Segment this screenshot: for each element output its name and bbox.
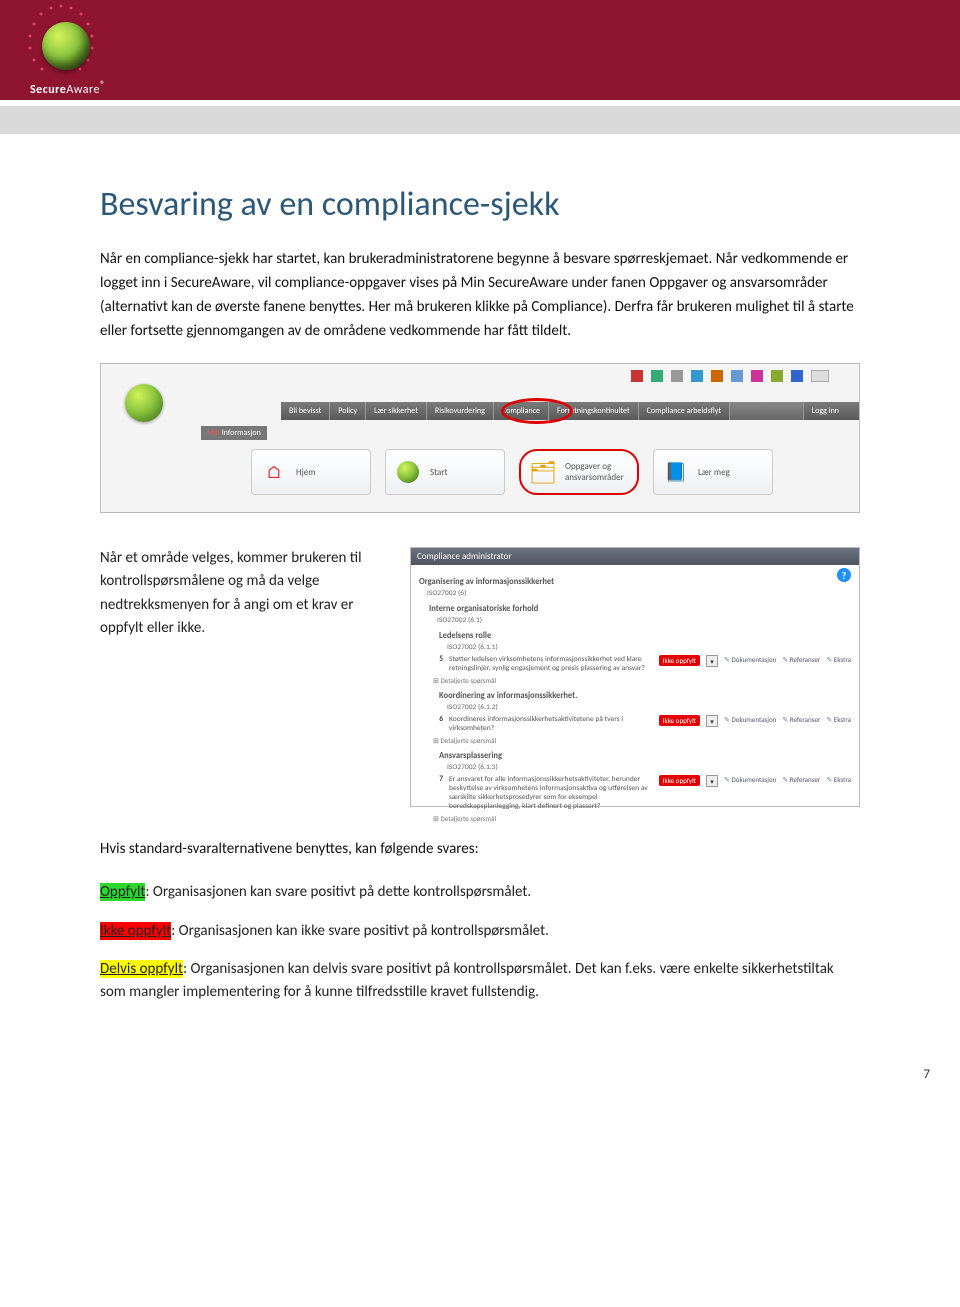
tab-laer[interactable]: Lær sikkerhet: [366, 402, 427, 420]
link-ref[interactable]: Referanser: [782, 775, 820, 784]
home-icon: ⌂: [260, 458, 288, 486]
status-chip: Ikke oppfylt: [659, 655, 700, 666]
app-logo-icon: [125, 384, 163, 422]
link-ext[interactable]: Ekstra: [826, 715, 851, 724]
card-start[interactable]: Start: [385, 449, 505, 495]
section-head-3b: Koordinering av informasjonssikkerhet.: [439, 691, 851, 701]
section-head-2: Interne organisatoriske forhold: [429, 604, 851, 614]
intro-paragraph: Når en compliance-sjekk har startet, kan…: [100, 247, 860, 343]
section-ref-3c: ISO27002 (6.1.3): [447, 763, 851, 772]
dropdown-icon[interactable]: ▾: [706, 715, 718, 727]
tab-arbeidsflyt[interactable]: Compliance arbeidsflyt: [639, 402, 730, 420]
dropdown-icon[interactable]: ▾: [706, 655, 718, 667]
answer-delvis-oppfylt: Delvis oppfylt: Organisasjonen kan delvi…: [100, 958, 860, 1003]
logo-text: SecureAware®: [30, 78, 106, 97]
toolbar-icons: [631, 370, 829, 382]
twocol-text: Når et område velges, kommer brukeren ti…: [100, 547, 380, 807]
logo-sphere-icon: [42, 22, 90, 70]
section-ref-2: ISO27002 (6.1): [437, 616, 851, 625]
folder-icon: 🗂: [529, 458, 557, 486]
card-laer[interactable]: 📘 Lær meg: [653, 449, 773, 495]
link-doc[interactable]: Dokumentasjon: [724, 655, 776, 664]
question-7: 7 Er ansvaret for alle informasjonssikke…: [433, 775, 851, 811]
section-ref-1: ISO27002 (6): [427, 589, 851, 598]
link-ext[interactable]: Ekstra: [826, 775, 851, 784]
detail-toggle[interactable]: Detaljerte spørsmål: [433, 736, 851, 745]
help-icon[interactable]: ?: [837, 568, 851, 582]
tab-login[interactable]: Logg inn: [803, 402, 859, 420]
highlight-oval-compliance: [501, 398, 573, 424]
book-icon: 📘: [662, 458, 690, 486]
dropdown-icon[interactable]: ▾: [706, 775, 718, 787]
answer-ikke-oppfylt: Ikke oppfylt: Organisasjonen kan ikke sv…: [100, 920, 860, 943]
section-ref-3b: ISO27002 (6.1.2): [447, 703, 851, 712]
section-head-3c: Ansvarsplassering: [439, 751, 851, 761]
tab-risiko[interactable]: Risikovurdering: [427, 402, 494, 420]
page-number: 7: [0, 1049, 960, 1082]
link-doc[interactable]: Dokumentasjon: [724, 775, 776, 784]
answer-oppfylt: Oppfylt: Organisasjonen kan svare positi…: [100, 881, 860, 904]
detail-toggle[interactable]: Detaljerte spørsmål: [433, 814, 851, 823]
infobar: Min Informasjon: [201, 426, 267, 440]
section-head-1: Organisering av informasjonssikkerhet: [419, 577, 851, 587]
link-doc[interactable]: Dokumentasjon: [724, 715, 776, 724]
section-head-3a: Ledelsens rolle: [439, 631, 851, 641]
status-chip: Ikke oppfylt: [659, 775, 700, 786]
panel-title: Compliance administrator: [411, 548, 859, 565]
header-band: SecureAware®: [0, 0, 960, 100]
card-hjem[interactable]: ⌂ Hjem: [251, 449, 371, 495]
tab-bevisst[interactable]: Bli bevisst: [281, 402, 330, 420]
question-6: 6 Koordineres informasjonssikkerhetsakti…: [433, 715, 851, 733]
link-ref[interactable]: Referanser: [782, 655, 820, 664]
tab-policy[interactable]: Policy: [330, 402, 366, 420]
followup-line: Hvis standard-svaralternativene benyttes…: [100, 837, 860, 861]
detail-toggle[interactable]: Detaljerte spørsmål: [433, 676, 851, 685]
card-oppgaver[interactable]: 🗂 Oppgaver ogansvarsområder: [519, 449, 639, 495]
link-ref[interactable]: Referanser: [782, 715, 820, 724]
screenshot-compliance-admin: Compliance administrator ? Organisering …: [410, 547, 860, 807]
sphere-icon: [394, 458, 422, 486]
grey-bar: [0, 106, 960, 134]
link-ext[interactable]: Ekstra: [826, 655, 851, 664]
logo: SecureAware®: [14, 0, 104, 70]
page-title: Besvaring av en compliance-sjekk: [100, 184, 860, 225]
status-chip: Ikke oppfylt: [659, 715, 700, 726]
screenshot-nav: Bli bevisst Policy Lær sikkerhet Risikov…: [100, 363, 860, 513]
question-5: 5 Støtter ledelsen virksomhetens informa…: [433, 655, 851, 673]
section-ref-3a: ISO27002 (6.1.1): [447, 643, 851, 652]
